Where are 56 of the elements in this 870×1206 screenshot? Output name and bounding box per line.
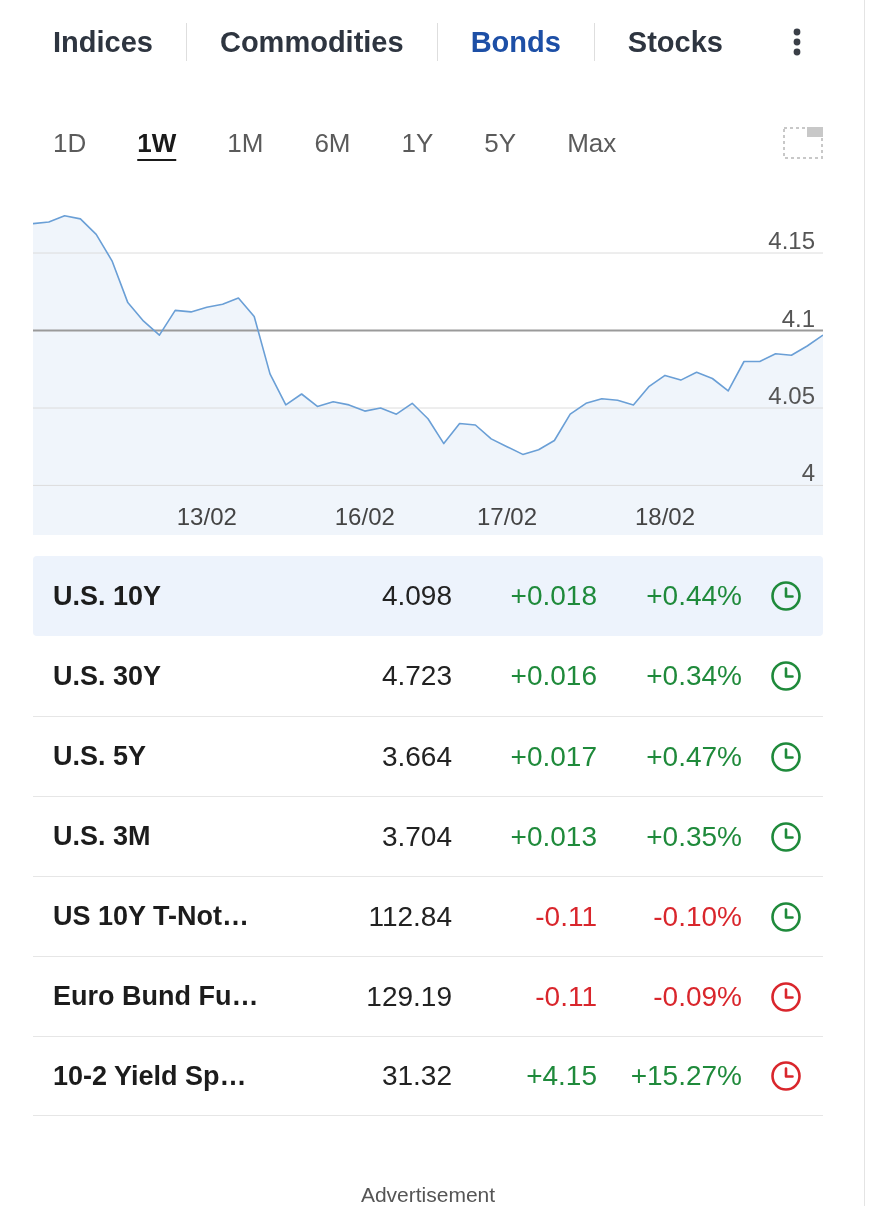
change-value: +0.017	[509, 739, 597, 774]
x-axis-label: 13/02	[176, 503, 237, 530]
y-axis-label: 4.15	[768, 227, 815, 254]
instrument-name: U.S. 5Y	[53, 740, 148, 774]
instrument-name: U.S. 10Y	[53, 579, 163, 613]
advertisement-label: Advertisement	[360, 1184, 496, 1206]
table-row[interactable]: U.S. 5Y 3.664 +0.017 +0.47%	[33, 716, 823, 796]
table-row[interactable]: U.S. 10Y 4.098 +0.018 +0.44%	[33, 556, 823, 636]
change-value: -0.11	[534, 899, 597, 934]
instrument-name: 10-2 Yield Sp…	[53, 1059, 248, 1093]
change-value: +4.15	[525, 1059, 597, 1093]
change-percent: +15.27%	[629, 1059, 742, 1093]
x-axis-label: 17/02	[476, 503, 538, 530]
change-percent: +0.47%	[645, 739, 742, 774]
last-price: 129.19	[365, 979, 452, 1014]
instrument-name: Euro Bund Fu…	[53, 980, 260, 1014]
instrument-name: U.S. 30Y	[53, 659, 163, 693]
category-tab[interactable]: Bonds	[437, 27, 594, 57]
range-tab[interactable]: Max	[567, 130, 617, 156]
range-tab[interactable]: 1W	[137, 130, 177, 156]
category-tab[interactable]: Indices	[53, 27, 186, 57]
change-percent: -0.10%	[652, 899, 742, 934]
instrument-name: U.S. 3M	[53, 820, 152, 854]
y-axis-label: 4	[801, 459, 815, 487]
table-row[interactable]: US 10Y T-Not… 112.84 -0.11 -0.10%	[33, 876, 823, 956]
change-value: +0.013	[509, 819, 597, 854]
instrument-name: US 10Y T-Not…	[53, 900, 251, 934]
table-row[interactable]: Euro Bund Fu… 129.19 -0.11 -0.09%	[33, 956, 823, 1036]
last-price: 31.32	[380, 1059, 452, 1093]
change-percent: +0.44%	[645, 579, 742, 613]
table-row[interactable]: U.S. 3M 3.704 +0.013 +0.35%	[33, 796, 823, 876]
last-price: 3.704	[380, 819, 452, 854]
last-price: 3.664	[380, 739, 452, 774]
range-tab[interactable]: 5Y	[484, 130, 517, 156]
last-price: 4.723	[380, 659, 452, 693]
more-options-icon[interactable]	[793, 28, 801, 56]
y-axis-label: 4.05	[768, 382, 815, 409]
category-tab[interactable]: Stocks	[594, 27, 756, 57]
table-row[interactable]: 10-2 Yield Sp… 31.32 +4.15 +15.27%	[33, 1036, 823, 1116]
range-tab[interactable]: 1Y	[401, 130, 434, 156]
x-axis-label: 18/02	[634, 503, 696, 530]
y-axis-label: 4.1	[781, 304, 815, 332]
change-value: -0.11	[534, 979, 597, 1014]
change-value: +0.018	[509, 579, 597, 613]
change-value: +0.016	[509, 659, 597, 693]
last-price: 112.84	[367, 899, 452, 934]
change-percent: -0.09%	[652, 979, 742, 1014]
change-percent: +0.35%	[645, 819, 742, 854]
last-price: 4.098	[380, 579, 452, 613]
table-row[interactable]: U.S. 30Y 4.723 +0.016 +0.34%	[33, 636, 823, 716]
range-tab[interactable]: 1D	[53, 130, 87, 156]
range-tab[interactable]: 1M	[227, 130, 264, 156]
range-tab[interactable]: 6M	[314, 130, 351, 156]
category-tab[interactable]: Commodities	[186, 27, 437, 57]
x-axis-label: 16/02	[334, 503, 395, 530]
change-percent: +0.34%	[645, 659, 742, 693]
